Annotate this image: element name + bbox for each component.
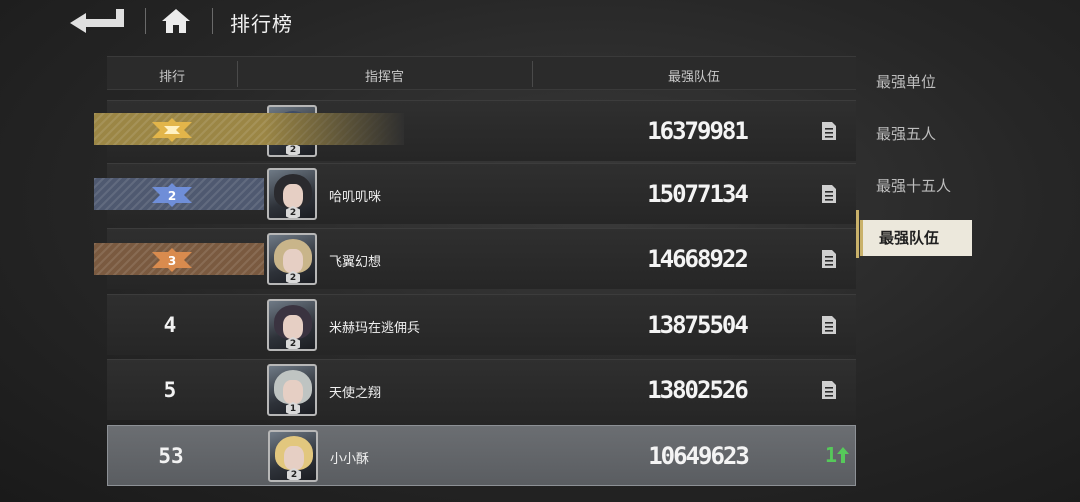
rank-number: 53 [158,444,184,468]
commander-name: 米赫玛在逃佣兵 [329,321,421,336]
tab-strongest-fifteen[interactable]: 最强十五人 [860,168,972,204]
avatar: 1 [267,364,317,416]
rank-number: 4 [163,313,177,337]
avatar: 2 [268,430,318,482]
svg-text:2: 2 [168,189,176,203]
tab-strongest-unit[interactable]: 最强单位 [860,64,972,100]
tab-strongest-team[interactable]: 最强队伍 [860,220,972,256]
rank-banner-gold [94,113,404,145]
document-icon[interactable] [817,248,839,270]
level-badge: 2 [286,206,300,218]
avatar: 2 [267,299,317,351]
team-power: 16379981 [647,117,749,145]
document-icon[interactable] [817,379,839,401]
level-badge: 2 [286,337,300,349]
gold-medal-icon [152,118,192,142]
team-power: 15077134 [647,180,749,208]
commander-name: 哈叽叽咪 [329,190,382,205]
top-bar: 排行榜 [0,0,1080,44]
level-badge: 2 [287,468,301,480]
self-rank-row[interactable]: 53 2 小小酥 10649623 1 [107,425,856,486]
commander-name: 小小酥 [330,452,370,467]
divider [145,8,146,34]
silver-medal-icon: 2 [152,183,192,207]
avatar: 2 [267,233,317,285]
home-icon [162,9,190,33]
back-button[interactable] [68,8,130,34]
team-power: 10649623 [648,442,750,470]
table-row[interactable]: 5 1 天使之翔 13802526 [107,359,856,420]
team-power: 14668922 [647,245,749,273]
column-header-team: 最强队伍 [667,70,720,85]
table-header: 排行 指挥官 最强队伍 [107,56,856,90]
document-icon[interactable] [817,120,839,142]
divider [212,8,213,34]
level-badge: 1 [286,402,300,414]
team-power: 13802526 [647,376,749,404]
level-badge: 2 [286,143,300,155]
document-icon[interactable] [817,183,839,205]
avatar: 2 [267,168,317,220]
column-header-rank: 排行 [158,70,185,85]
document-icon[interactable] [817,314,839,336]
commander-name: 天使之翔 [329,386,382,401]
bronze-medal-icon: 3 [152,248,192,272]
rank-number: 5 [163,378,177,402]
tab-strongest-five[interactable]: 最强五人 [860,116,972,152]
table-row[interactable]: 4 2 米赫玛在逃佣兵 13875504 [107,294,856,355]
commander-name: 飞翼幻想 [329,255,382,270]
column-header-commander: 指挥官 [364,70,404,85]
up-arrow-icon [837,447,849,463]
back-arrow-icon [70,9,124,33]
home-button[interactable] [160,6,192,36]
level-badge: 2 [286,271,300,283]
leaderboard-table: 排行 指挥官 最强队伍 [107,56,856,90]
page-title: 排行榜 [230,12,293,36]
active-tab-indicator [856,210,859,258]
svg-text:3: 3 [168,254,176,268]
team-power: 13875504 [647,311,749,339]
